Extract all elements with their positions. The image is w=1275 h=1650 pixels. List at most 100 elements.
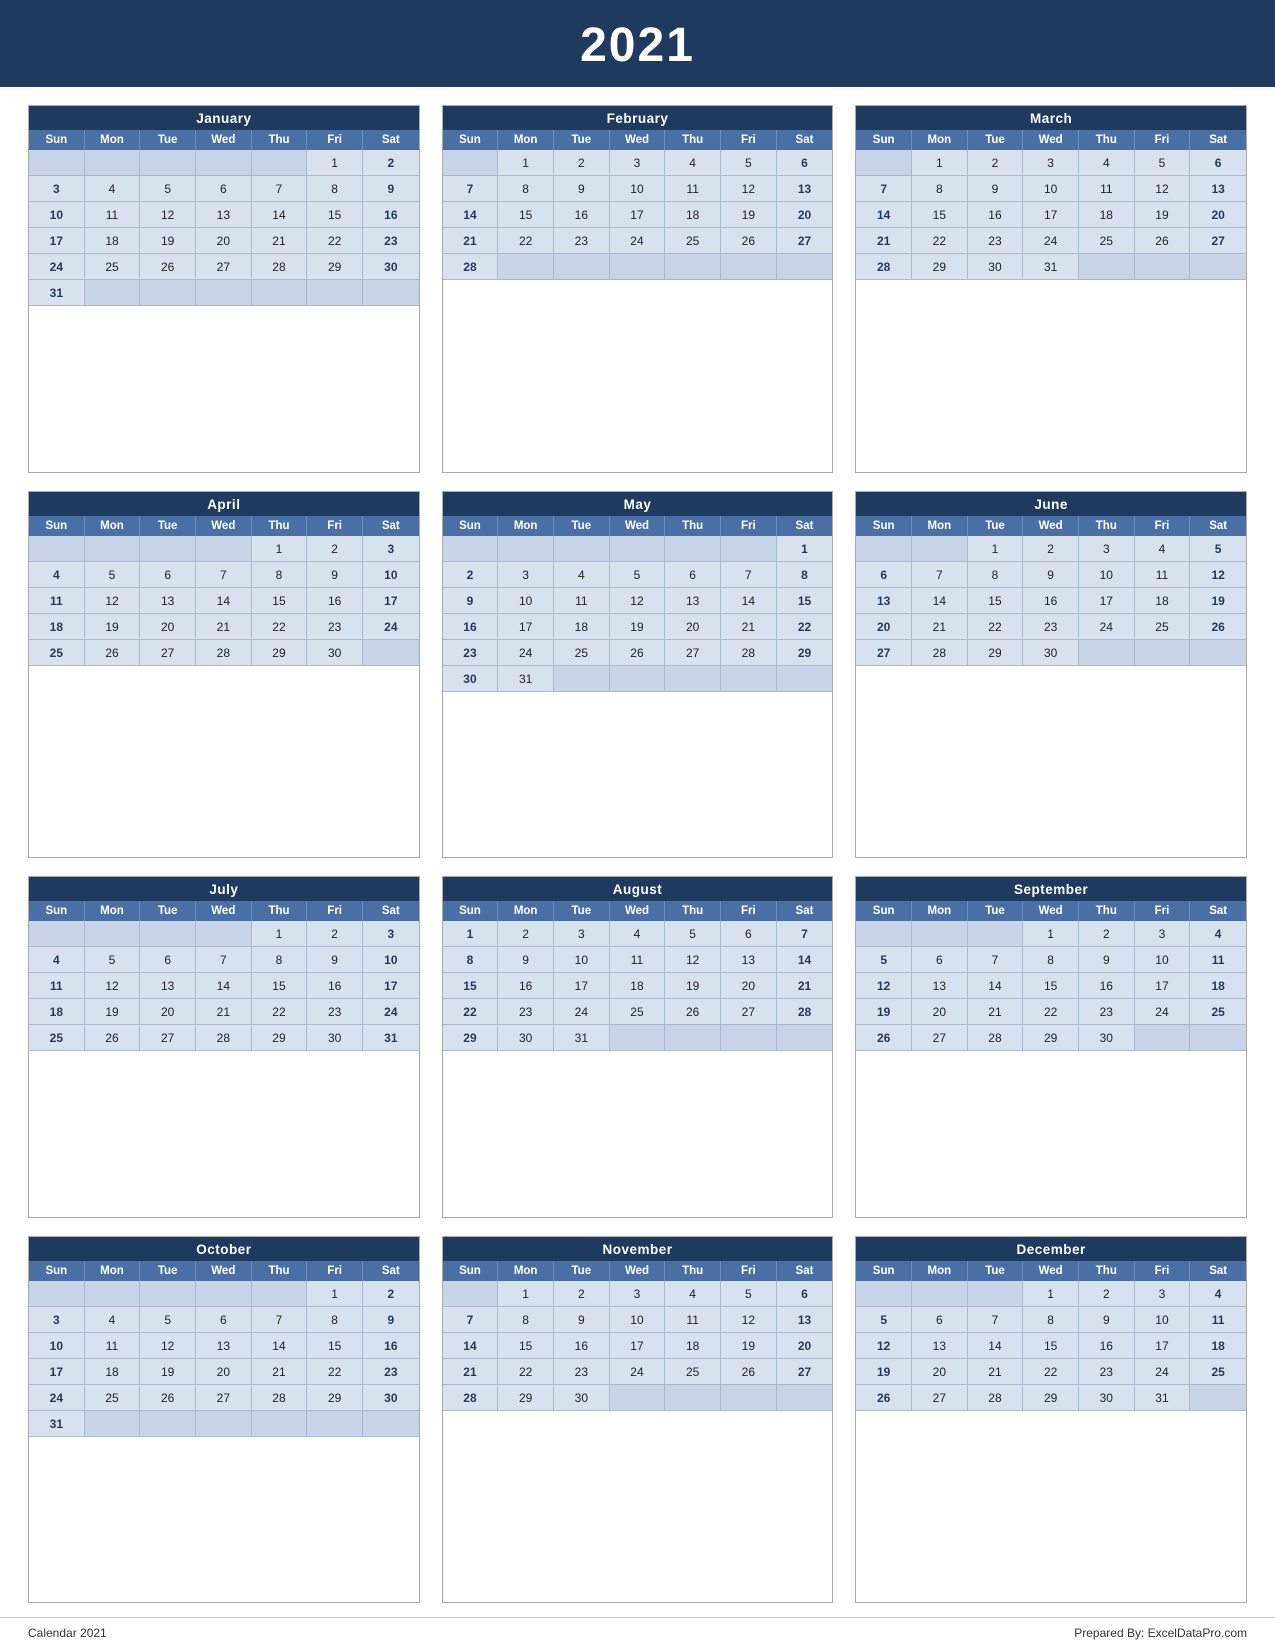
day-cell: 12 bbox=[856, 1333, 912, 1359]
day-cell: 26 bbox=[610, 640, 666, 666]
day-header-sun: Sun bbox=[443, 130, 499, 150]
day-cell: 15 bbox=[252, 588, 308, 614]
day-cell: 8 bbox=[307, 176, 363, 202]
day-cell: 15 bbox=[912, 202, 968, 228]
day-cell: 9 bbox=[554, 1307, 610, 1333]
day-cell: 16 bbox=[443, 614, 499, 640]
day-cell: 3 bbox=[29, 176, 85, 202]
month-title-september: September bbox=[856, 877, 1246, 901]
day-cell: 18 bbox=[29, 614, 85, 640]
day-cell: 13 bbox=[777, 1307, 833, 1333]
day-cell: 26 bbox=[85, 1025, 141, 1051]
day-cell: 8 bbox=[252, 562, 308, 588]
day-cell: 30 bbox=[363, 254, 419, 280]
day-cell: 22 bbox=[498, 228, 554, 254]
day-cell: 21 bbox=[196, 999, 252, 1025]
day-cell: 7 bbox=[968, 947, 1024, 973]
days-grid: 1234567891011121314151617181920212223242… bbox=[856, 150, 1246, 280]
day-cell: 12 bbox=[85, 588, 141, 614]
calendars-grid: JanuarySunMonTueWedThuFriSat123456789101… bbox=[0, 87, 1275, 1613]
month-block-march: MarchSunMonTueWedThuFriSat12345678910111… bbox=[855, 105, 1247, 473]
empty-cell bbox=[610, 536, 666, 562]
day-header-tue: Tue bbox=[968, 516, 1024, 536]
day-cell: 10 bbox=[610, 176, 666, 202]
day-cell: 30 bbox=[1023, 640, 1079, 666]
month-block-april: AprilSunMonTueWedThuFriSat12345678910111… bbox=[28, 491, 420, 859]
day-header-tue: Tue bbox=[554, 516, 610, 536]
day-header-sun: Sun bbox=[856, 516, 912, 536]
day-cell: 20 bbox=[140, 999, 196, 1025]
day-cell: 17 bbox=[1023, 202, 1079, 228]
empty-cell bbox=[777, 1025, 833, 1051]
empty-cell bbox=[968, 1281, 1024, 1307]
day-cell: 30 bbox=[498, 1025, 554, 1051]
day-cell: 28 bbox=[443, 254, 499, 280]
day-header-fri: Fri bbox=[307, 901, 363, 921]
day-cell: 3 bbox=[363, 536, 419, 562]
day-header-fri: Fri bbox=[1135, 130, 1191, 150]
day-cell: 29 bbox=[307, 1385, 363, 1411]
day-cell: 11 bbox=[1190, 947, 1246, 973]
day-header-thu: Thu bbox=[1079, 516, 1135, 536]
day-cell: 4 bbox=[1190, 921, 1246, 947]
day-headers: SunMonTueWedThuFriSat bbox=[856, 901, 1246, 921]
day-header-mon: Mon bbox=[498, 516, 554, 536]
day-cell: 13 bbox=[856, 588, 912, 614]
empty-cell bbox=[498, 254, 554, 280]
days-grid: 1234567891011121314151617181920212223242… bbox=[29, 150, 419, 306]
empty-cell bbox=[912, 536, 968, 562]
empty-cell bbox=[363, 640, 419, 666]
day-cell: 22 bbox=[1023, 1359, 1079, 1385]
day-cell: 17 bbox=[1079, 588, 1135, 614]
day-cell: 23 bbox=[363, 228, 419, 254]
empty-cell bbox=[968, 921, 1024, 947]
day-cell: 17 bbox=[498, 614, 554, 640]
empty-cell bbox=[721, 536, 777, 562]
day-cell: 11 bbox=[1079, 176, 1135, 202]
day-cell: 3 bbox=[1023, 150, 1079, 176]
day-cell: 6 bbox=[196, 1307, 252, 1333]
empty-cell bbox=[610, 1385, 666, 1411]
day-cell: 15 bbox=[443, 973, 499, 999]
empty-cell bbox=[665, 536, 721, 562]
days-grid: 1234567891011121314151617181920212223242… bbox=[29, 536, 419, 666]
days-grid: 1234567891011121314151617181920212223242… bbox=[29, 1281, 419, 1437]
day-cell: 16 bbox=[363, 202, 419, 228]
day-cell: 22 bbox=[307, 228, 363, 254]
day-cell: 29 bbox=[252, 640, 308, 666]
day-cell: 12 bbox=[721, 1307, 777, 1333]
day-header-wed: Wed bbox=[610, 516, 666, 536]
empty-cell bbox=[196, 1281, 252, 1307]
day-header-wed: Wed bbox=[196, 130, 252, 150]
day-cell: 12 bbox=[610, 588, 666, 614]
day-cell: 21 bbox=[968, 999, 1024, 1025]
day-cell: 23 bbox=[307, 614, 363, 640]
day-cell: 29 bbox=[1023, 1385, 1079, 1411]
day-cell: 19 bbox=[856, 999, 912, 1025]
month-block-september: SeptemberSunMonTueWedThuFriSat1234567891… bbox=[855, 876, 1247, 1218]
day-cell: 26 bbox=[140, 1385, 196, 1411]
day-cell: 31 bbox=[363, 1025, 419, 1051]
empty-cell bbox=[196, 150, 252, 176]
day-header-thu: Thu bbox=[665, 1261, 721, 1281]
day-header-thu: Thu bbox=[252, 901, 308, 921]
month-title-november: November bbox=[443, 1237, 833, 1261]
empty-cell bbox=[85, 1411, 141, 1437]
day-header-fri: Fri bbox=[721, 130, 777, 150]
day-cell: 15 bbox=[307, 1333, 363, 1359]
day-header-sat: Sat bbox=[777, 516, 833, 536]
day-cell: 10 bbox=[1135, 1307, 1191, 1333]
empty-cell bbox=[856, 150, 912, 176]
day-header-mon: Mon bbox=[912, 130, 968, 150]
day-cell: 11 bbox=[1135, 562, 1191, 588]
day-cell: 25 bbox=[85, 254, 141, 280]
day-header-fri: Fri bbox=[721, 516, 777, 536]
day-header-mon: Mon bbox=[85, 130, 141, 150]
empty-cell bbox=[610, 254, 666, 280]
day-cell: 5 bbox=[856, 947, 912, 973]
empty-cell bbox=[777, 666, 833, 692]
day-cell: 20 bbox=[777, 1333, 833, 1359]
day-cell: 30 bbox=[554, 1385, 610, 1411]
day-header-mon: Mon bbox=[85, 516, 141, 536]
empty-cell bbox=[85, 536, 141, 562]
